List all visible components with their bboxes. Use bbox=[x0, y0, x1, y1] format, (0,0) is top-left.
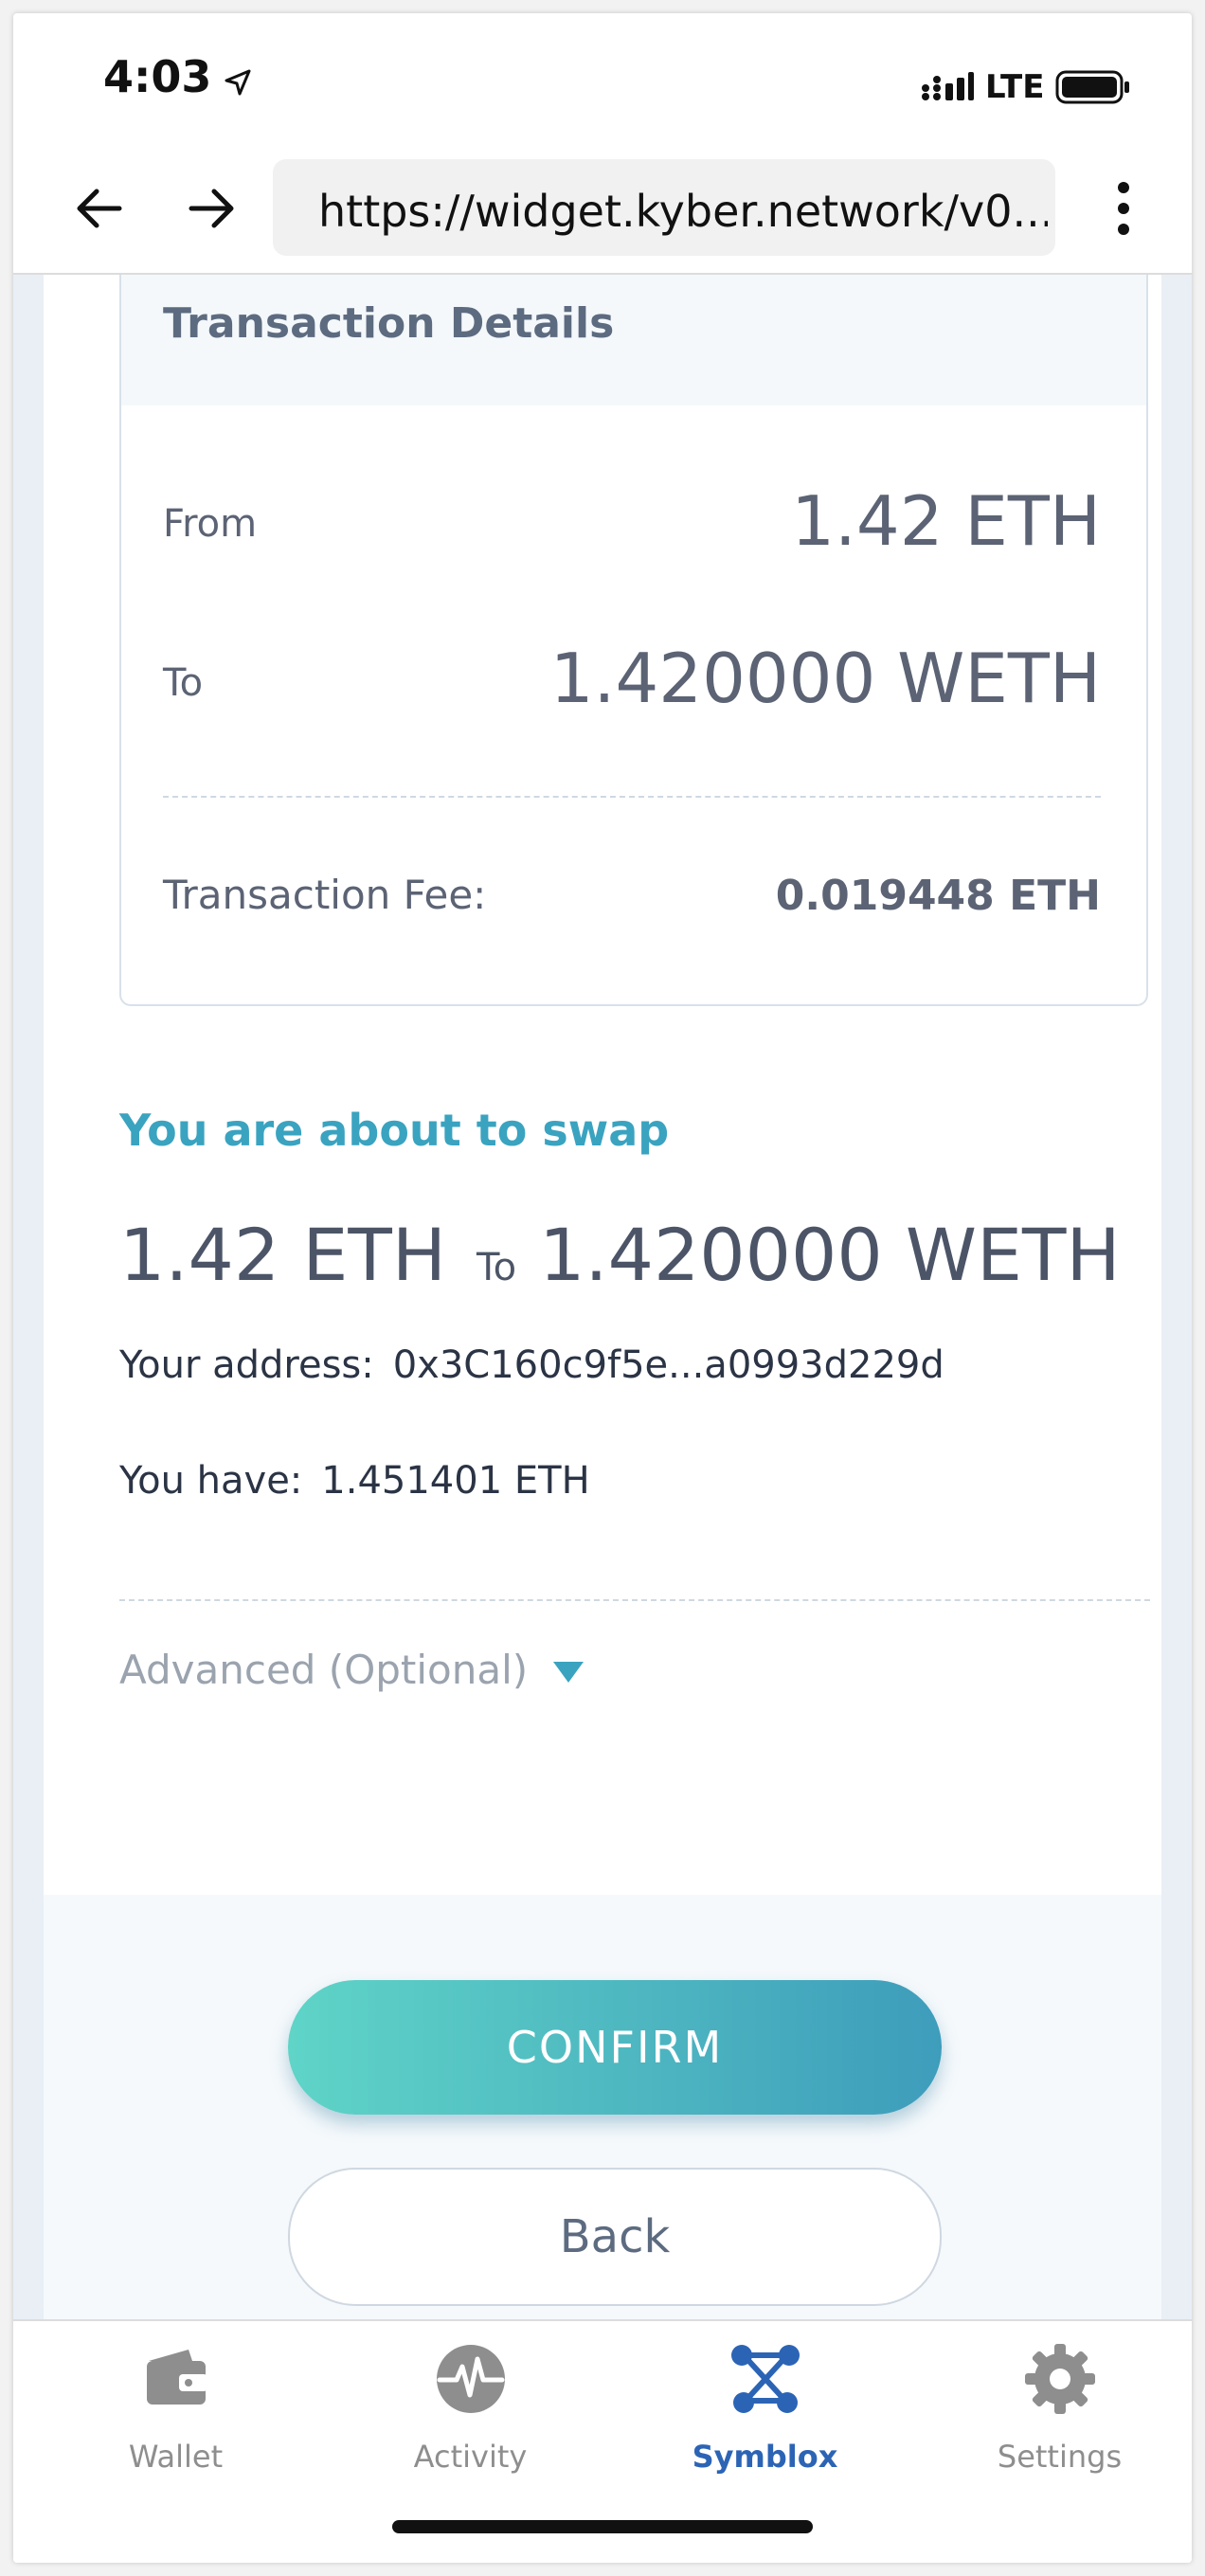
status-time: 4:03 bbox=[103, 51, 212, 102]
details-header: Transaction Details bbox=[121, 275, 1146, 405]
to-label: To bbox=[163, 661, 204, 705]
from-label: From bbox=[163, 502, 258, 546]
forward-arrow-icon[interactable] bbox=[180, 178, 241, 239]
swap-to-word: To bbox=[476, 1246, 517, 1289]
url-text: https://widget.kyber.network/v0.... bbox=[318, 186, 1048, 237]
cellular-signal-icon bbox=[922, 72, 974, 100]
balance-value: 1.451401 ETH bbox=[321, 1459, 590, 1503]
wallet-icon bbox=[147, 2350, 207, 2405]
tab-label: Activity bbox=[413, 2439, 528, 2475]
tab-settings[interactable]: Settings bbox=[912, 2321, 1192, 2511]
from-value: 1.42 ETH bbox=[791, 481, 1101, 561]
network-type: LTE bbox=[985, 68, 1045, 106]
activity-icon bbox=[437, 2345, 505, 2413]
address-value: 0x3C160c9f5e...a0993d229d bbox=[392, 1343, 944, 1387]
symblox-icon bbox=[731, 2345, 800, 2413]
browser-toolbar: https://widget.kyber.network/v0.... bbox=[13, 146, 1192, 275]
status-bar: 4:03 LTE bbox=[13, 13, 1192, 146]
gear-icon bbox=[1025, 2344, 1095, 2414]
swap-heading: You are about to swap bbox=[119, 1105, 670, 1156]
details-title: Transaction Details bbox=[163, 299, 615, 348]
balance-row: You have: 1.451401 ETH bbox=[119, 1459, 590, 1503]
swap-summary: 1.42 ETH To 1.420000 WETH bbox=[119, 1213, 1121, 1297]
phone-screen: 4:03 LTE https://widget.kyber.network/v0… bbox=[13, 13, 1192, 2563]
confirm-button[interactable]: CONFIRM bbox=[288, 1980, 942, 2115]
tab-wallet[interactable]: Wallet bbox=[28, 2321, 323, 2511]
caret-down-icon[interactable] bbox=[553, 1662, 584, 1683]
swap-from-amount: 1.42 ETH bbox=[119, 1213, 446, 1297]
tab-symblox[interactable]: Symblox bbox=[618, 2321, 912, 2511]
fee-label: Transaction Fee: bbox=[163, 872, 487, 918]
to-value: 1.420000 WETH bbox=[549, 639, 1101, 718]
swap-widget: Transaction Details From 1.42 ETH To 1.4… bbox=[44, 275, 1161, 2333]
tab-label: Settings bbox=[997, 2439, 1123, 2475]
battery-icon bbox=[1055, 70, 1129, 104]
swap-to-amount: 1.420000 WETH bbox=[539, 1213, 1121, 1297]
more-options-icon[interactable] bbox=[1112, 180, 1135, 237]
tab-label: Wallet bbox=[128, 2439, 224, 2475]
balance-label: You have: bbox=[119, 1459, 303, 1503]
fee-value: 0.019448 ETH bbox=[775, 872, 1101, 920]
address-row: Your address: 0x3C160c9f5e...a0993d229d bbox=[119, 1343, 944, 1387]
tab-bar: Wallet Activity Symblox Settings bbox=[13, 2319, 1192, 2563]
back-button[interactable]: Back bbox=[288, 2168, 942, 2306]
transaction-details-card: Transaction Details From 1.42 ETH To 1.4… bbox=[119, 275, 1148, 1006]
back-arrow-icon[interactable] bbox=[70, 178, 131, 239]
home-indicator bbox=[392, 2520, 813, 2533]
tab-label: Symblox bbox=[692, 2439, 838, 2475]
tab-activity[interactable]: Activity bbox=[323, 2321, 618, 2511]
location-arrow-icon bbox=[225, 69, 251, 96]
advanced-toggle[interactable]: Advanced (Optional) bbox=[119, 1647, 528, 1693]
divider bbox=[163, 796, 1101, 798]
address-label: Your address: bbox=[119, 1343, 374, 1387]
url-bar[interactable]: https://widget.kyber.network/v0.... bbox=[273, 159, 1055, 256]
divider bbox=[119, 1599, 1150, 1601]
